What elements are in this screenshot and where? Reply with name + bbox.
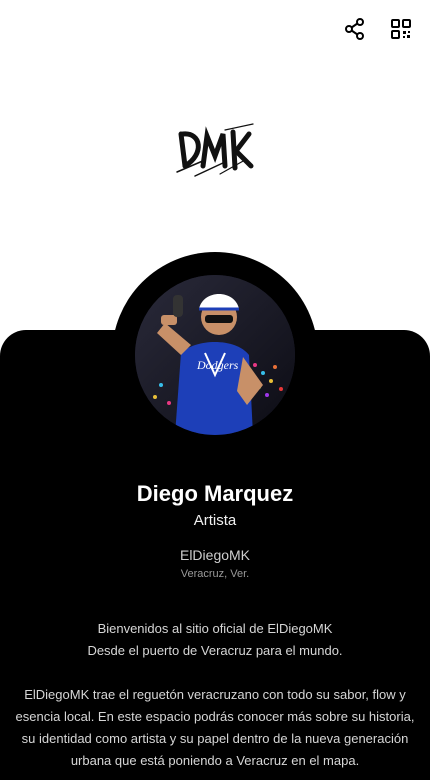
share-button[interactable] xyxy=(340,14,370,44)
share-icon xyxy=(345,18,364,40)
profile-location: Veracruz, Ver. xyxy=(180,568,250,580)
profile-info: Diego Marquez Artista ElDiegoMK Veracruz… xyxy=(0,478,430,580)
bio-section: Bienvenidos al sitio oficial de ElDiegoM… xyxy=(12,618,418,772)
profile-role: Artista xyxy=(193,512,237,529)
profile-name: Diego Marquez xyxy=(136,481,294,506)
avatar: Dodgers xyxy=(135,275,295,435)
avatar-photo: Dodgers xyxy=(135,275,295,435)
profile-page: Dodgers Diego Marquez Artista ElDiegoMK … xyxy=(0,0,430,780)
qr-code-icon xyxy=(391,19,411,39)
bio-line-2: Desde el puerto de Veracruz para el mund… xyxy=(87,643,343,658)
bio-paragraph: ElDiegoMK trae el reguetón veracruzano c… xyxy=(15,687,415,768)
profile-handle: ElDiegoMK xyxy=(179,547,251,563)
qr-code-button[interactable] xyxy=(386,14,416,44)
top-actions xyxy=(340,14,416,44)
dmk-logo xyxy=(176,123,254,177)
bio-line-1: Bienvenidos al sitio oficial de ElDiegoM… xyxy=(97,621,333,636)
svg-text:Dodgers: Dodgers xyxy=(196,358,239,372)
